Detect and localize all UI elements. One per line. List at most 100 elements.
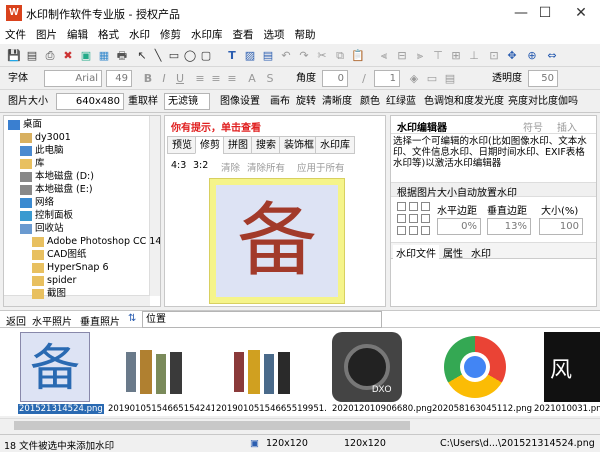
tree-item[interactable]: Adobe Photoshop CC 14.0 多 — [32, 236, 160, 248]
tree-item[interactable]: 本地磁盘 (E:) — [20, 184, 93, 196]
thumbnail-image[interactable]: 风 — [544, 332, 600, 402]
thumbnail-image[interactable]: 备 — [20, 332, 90, 402]
printer-icon[interactable]: 🖶 — [114, 48, 130, 64]
tree-item[interactable]: dy3001 — [20, 132, 71, 144]
menu-watermark[interactable]: 水印 — [124, 26, 155, 44]
text-left-icon[interactable]: ≡ — [192, 71, 208, 87]
text-center-icon[interactable]: ≡ — [208, 71, 224, 87]
center-icon[interactable]: ⊕ — [524, 48, 540, 64]
menu-edit[interactable]: 编辑 — [62, 26, 93, 44]
menu-watermark-library[interactable]: 水印库 — [186, 26, 228, 44]
image-icon[interactable]: ▣ — [78, 48, 94, 64]
rectangle-icon[interactable]: ▭ — [166, 48, 182, 64]
tab-watermark-library[interactable]: 水印库 — [315, 136, 355, 154]
pos-bottom-right[interactable] — [421, 226, 430, 235]
border-icon[interactable]: ▭ — [424, 71, 440, 87]
bold-icon[interactable]: B — [140, 71, 156, 87]
menu-view[interactable]: 查看 — [228, 26, 259, 44]
group-icon[interactable]: ⊡ — [486, 48, 502, 64]
pos-top-right[interactable] — [421, 202, 430, 211]
h-margin-input[interactable]: 0% — [437, 218, 481, 235]
sort-icon[interactable]: ⇅ — [128, 313, 136, 324]
tree-item[interactable]: 此电脑 — [20, 145, 64, 157]
align-center-icon[interactable]: ⊟ — [394, 48, 410, 64]
pos-bottom-center[interactable] — [409, 226, 418, 235]
size-input[interactable]: 100 — [539, 218, 583, 235]
delete-icon[interactable]: ✖ — [60, 48, 76, 64]
pos-middle-center[interactable] — [409, 214, 418, 223]
sharpness-button[interactable]: 清晰度 — [322, 93, 352, 110]
mirror-icon[interactable]: ⇔ — [544, 48, 560, 64]
hint-link[interactable]: 你有提示，单击查看 — [171, 119, 261, 134]
menu-options[interactable]: 选项 — [259, 26, 290, 44]
font-size-select[interactable]: 49 — [106, 70, 132, 87]
apply-all-button[interactable]: 应用于所有 — [297, 160, 345, 174]
tree-item[interactable]: 回收站 — [20, 223, 64, 235]
tab-properties[interactable]: 属性 — [443, 245, 463, 260]
align-middle-icon[interactable]: ⊞ — [448, 48, 464, 64]
scroll-thumb[interactable] — [14, 421, 410, 430]
rotate-button[interactable]: 旋转 — [296, 93, 316, 110]
copy-icon[interactable]: ⧉ — [332, 48, 348, 64]
undo-icon[interactable]: ↶ — [278, 48, 294, 64]
horizontal-photo-button[interactable]: 水平照片 — [32, 313, 72, 328]
angle-input[interactable]: 0 — [322, 70, 348, 87]
tree-item[interactable]: 本地磁盘 (D:) — [20, 171, 94, 183]
print-icon[interactable]: ⎙ — [42, 48, 58, 64]
insert-button[interactable]: 插入 — [557, 119, 577, 134]
thumbnail-image[interactable]: DXO — [332, 332, 402, 402]
tree-item[interactable]: 网络 — [20, 197, 54, 209]
menu-help[interactable]: 帮助 — [290, 26, 321, 44]
cut-icon[interactable]: ✂ — [314, 48, 330, 64]
pos-top-left[interactable] — [397, 202, 406, 211]
vertical-photo-button[interactable]: 垂直照片 — [80, 313, 120, 328]
tree-item[interactable]: HyperSnap 6 — [32, 262, 109, 274]
canvas-button[interactable]: 画布 — [270, 93, 290, 110]
close-button[interactable]: ✕ — [566, 2, 596, 24]
menu-image[interactable]: 图片 — [31, 26, 62, 44]
thumbnail-image[interactable] — [228, 332, 298, 402]
image-settings-button[interactable]: 图像设置 — [220, 93, 260, 110]
file-info-icon[interactable]: ▤ — [260, 48, 276, 64]
tab-preview[interactable]: 预览 — [167, 136, 197, 154]
thumbnail-hscrollbar[interactable] — [0, 418, 600, 432]
ellipse-icon[interactable]: ◯ — [182, 48, 198, 64]
tab-watermark[interactable]: 水印 — [471, 245, 491, 260]
tab-search[interactable]: 搜索 — [251, 136, 281, 154]
tree-item[interactable]: spider — [32, 275, 76, 287]
tab-watermark-file[interactable]: 水印文件 — [393, 245, 439, 260]
rgb-button[interactable]: 红绿蓝 — [386, 93, 416, 110]
v-margin-input[interactable]: 13% — [487, 218, 531, 235]
paste-icon[interactable]: 📋 — [350, 48, 366, 64]
align-right-icon[interactable]: ⫸ — [412, 48, 428, 64]
filter-select[interactable]: 无滤镜 — [164, 93, 210, 110]
image-size-select[interactable]: 640x480 — [56, 93, 124, 110]
underline-icon[interactable]: U — [172, 71, 188, 87]
rounded-rect-icon[interactable]: ▢ — [198, 48, 214, 64]
hue-saturation-button[interactable]: 色调饱和度发光度 — [424, 93, 504, 110]
maximize-button[interactable]: ☐ — [530, 2, 560, 24]
symbol-button[interactable]: 符号 — [523, 119, 543, 134]
image-watermark-icon[interactable]: ▨ — [242, 48, 258, 64]
clear-button[interactable]: 清除 — [221, 160, 240, 174]
pointer-icon[interactable]: ↖ — [134, 48, 150, 64]
italic-icon[interactable]: I — [156, 71, 172, 87]
tree-item[interactable]: 桌面 — [8, 119, 42, 131]
gradient-icon[interactable]: ▤ — [442, 71, 458, 87]
thumbnail-image[interactable] — [120, 332, 190, 402]
tree-item[interactable]: 截图 — [32, 288, 66, 300]
redo-icon[interactable]: ↷ — [296, 48, 312, 64]
color-button[interactable]: 颜色 — [360, 93, 380, 110]
resample-label[interactable]: 重取样 — [128, 93, 158, 110]
save-as-icon[interactable]: ▤ — [24, 48, 40, 64]
save-icon[interactable]: 💾 — [6, 48, 22, 64]
tree-item[interactable]: 库 — [20, 158, 45, 170]
preview-canvas[interactable]: 备 — [209, 178, 345, 304]
tab-collage[interactable]: 拼图 — [223, 136, 253, 154]
pos-bottom-left[interactable] — [397, 226, 406, 235]
pos-middle-left[interactable] — [397, 214, 406, 223]
tab-frame[interactable]: 装饰框 — [279, 136, 319, 154]
ratio-3-2-button[interactable]: 3:2 — [193, 160, 208, 171]
position-select[interactable]: 位置 — [142, 311, 382, 328]
move-icon[interactable]: ✥ — [504, 48, 520, 64]
